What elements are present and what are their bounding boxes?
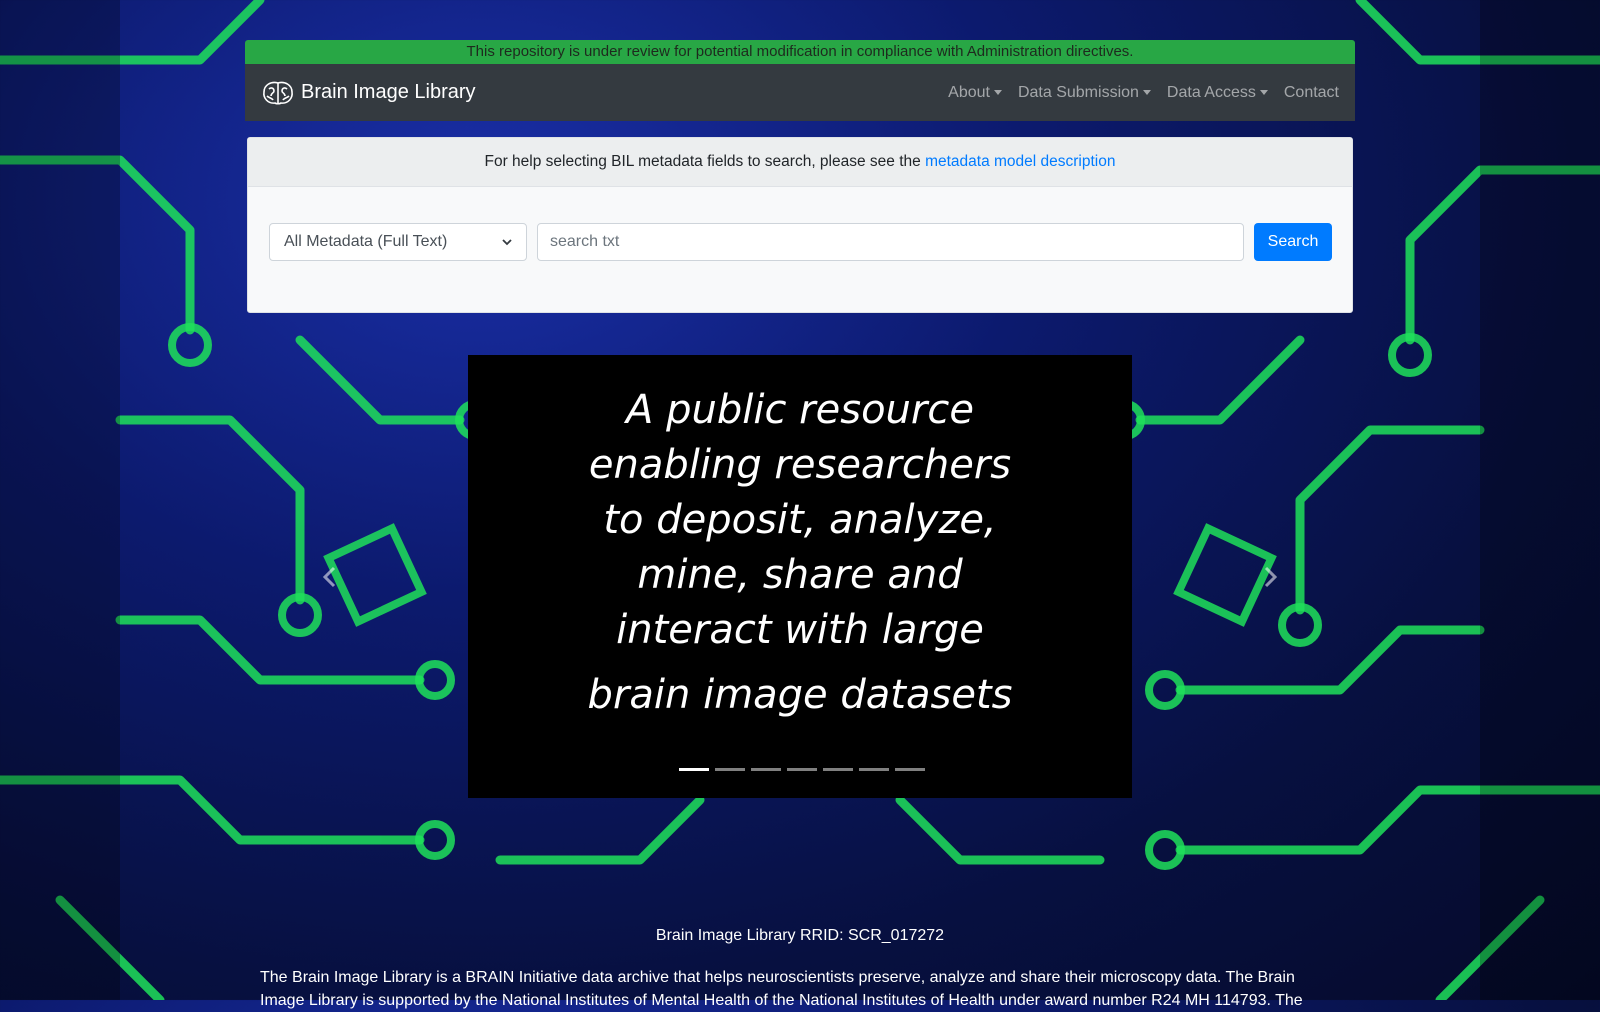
- slide-line: enabling researchers: [588, 442, 1012, 488]
- carousel-indicator-6[interactable]: [859, 768, 889, 771]
- carousel-next-icon[interactable]: [1260, 565, 1280, 589]
- carousel-indicator-5[interactable]: [823, 768, 853, 771]
- nav-about[interactable]: About: [948, 84, 1002, 102]
- search-button[interactable]: Search: [1254, 223, 1332, 261]
- caret-down-icon: [993, 90, 1002, 95]
- review-notice-banner: This repository is under review for pote…: [245, 40, 1355, 64]
- nav-data-access[interactable]: Data Access: [1167, 84, 1268, 102]
- nav-data-access-label: Data Access: [1166, 83, 1256, 101]
- brand-link[interactable]: Brain Image Library: [261, 80, 476, 106]
- search-help-text: For help selecting BIL metadata fields t…: [484, 153, 921, 170]
- search-form: All Metadata (Full Text) Search: [248, 187, 1352, 312]
- right-page-margin: [1480, 0, 1600, 1000]
- top-navbar: Brain Image Library About Data Submissio…: [245, 64, 1355, 121]
- slide-line: to deposit, analyze,: [603, 497, 997, 543]
- hero-carousel: A public resource enabling researchers t…: [468, 355, 1132, 798]
- search-card: For help selecting BIL metadata fields t…: [247, 137, 1353, 313]
- left-page-margin: [0, 0, 120, 1000]
- nav-contact[interactable]: Contact: [1284, 84, 1339, 102]
- search-input[interactable]: [537, 223, 1244, 261]
- metadata-field-select[interactable]: All Metadata (Full Text): [269, 223, 527, 261]
- carousel-indicator-1[interactable]: [679, 768, 709, 771]
- nav-about-label: About: [948, 83, 990, 101]
- search-help-header: For help selecting BIL metadata fields t…: [248, 138, 1352, 187]
- metadata-model-link[interactable]: metadata model description: [925, 153, 1115, 170]
- about-paragraph: The Brain Image Library is a BRAIN Initi…: [260, 969, 1303, 1009]
- metadata-field-selected: All Metadata (Full Text): [284, 233, 448, 250]
- nav-links: About Data Submission Data Access Contac…: [932, 84, 1339, 102]
- caret-down-icon: [1259, 90, 1268, 95]
- nav-contact-label: Contact: [1283, 83, 1339, 101]
- caret-down-icon: [1142, 90, 1151, 95]
- nav-data-submission-label: Data Submission: [1017, 83, 1139, 101]
- carousel-indicator-3[interactable]: [751, 768, 781, 771]
- carousel-indicators: [676, 768, 928, 771]
- brain-icon: [263, 81, 293, 105]
- carousel-slide-text: A public resource enabling researchers t…: [468, 383, 1132, 723]
- carousel-indicator-4[interactable]: [787, 768, 817, 771]
- slide-line: A public resource: [626, 387, 974, 433]
- main-container: This repository is under review for pote…: [245, 40, 1355, 313]
- carousel-prev-icon[interactable]: [320, 565, 340, 589]
- rrid-text: Brain Image Library RRID: SCR_017272: [655, 927, 945, 944]
- slide-line: mine, share and: [637, 552, 963, 598]
- carousel-indicator-7[interactable]: [895, 768, 925, 771]
- slide-line: brain image datasets: [587, 672, 1013, 718]
- brand-title: Brain Image Library: [301, 81, 476, 103]
- carousel-indicator-2[interactable]: [715, 768, 745, 771]
- chevron-down-icon: [502, 239, 512, 246]
- nav-data-submission[interactable]: Data Submission: [1018, 84, 1151, 102]
- slide-line: interact with large: [616, 607, 984, 653]
